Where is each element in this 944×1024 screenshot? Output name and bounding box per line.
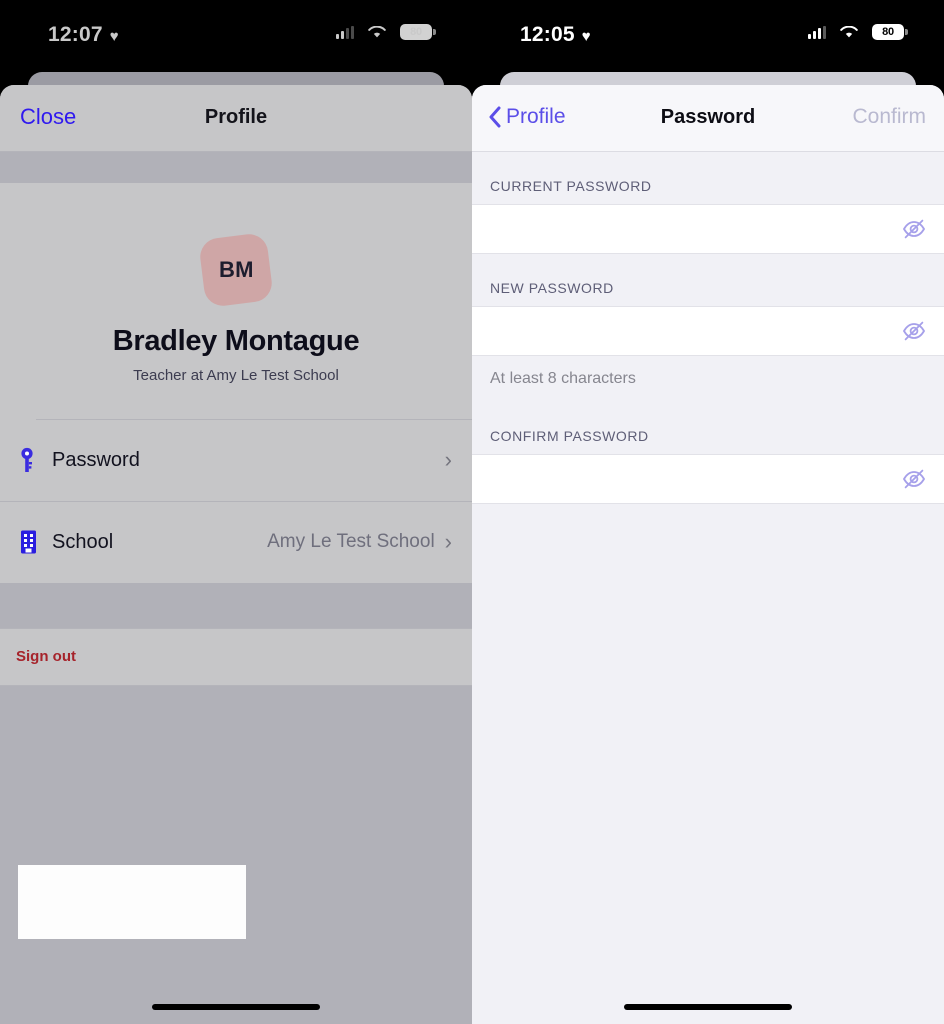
- confirm-password-input[interactable]: [472, 455, 884, 503]
- current-password-field-row: [472, 204, 944, 254]
- avatar-container: BM: [0, 232, 472, 308]
- profile-sheet: Close Profile BM Bradley Montague Teache…: [0, 85, 472, 1024]
- home-indicator-right: [624, 1004, 792, 1010]
- status-time-value: 12:05: [520, 23, 575, 46]
- toggle-new-password-visibility[interactable]: [884, 307, 944, 355]
- heart-icon: ♥: [109, 27, 119, 45]
- confirm-password-field-row: [472, 454, 944, 504]
- settings-row-value: Amy Le Test School: [267, 531, 435, 552]
- new-password-field-row: [472, 306, 944, 356]
- toggle-confirm-password-visibility[interactable]: [884, 455, 944, 503]
- cellular-signal-icon: [336, 25, 354, 39]
- confirm-button[interactable]: Confirm: [852, 102, 926, 132]
- status-time-value: 12:07: [48, 23, 103, 46]
- section-header-confirm-password: CONFIRM PASSWORD: [472, 402, 944, 454]
- settings-list: Password › School Amy Le Test School ›: [0, 419, 472, 939]
- eye-slash-icon: [902, 219, 926, 239]
- sign-out-button[interactable]: Sign out: [0, 628, 472, 686]
- home-indicator-left: [152, 1004, 320, 1010]
- status-time-right: 12:05 ♥: [520, 22, 591, 48]
- hint-label: At least 8 characters: [490, 370, 636, 387]
- new-password-input[interactable]: [472, 307, 884, 355]
- row-divider: [36, 419, 472, 420]
- list-tail-area: [0, 686, 472, 1024]
- form-empty-area: [472, 504, 944, 1024]
- dual-screenshot: 12:07 ♥ 80 Close Profile BM Bradley Mont…: [0, 0, 944, 1024]
- key-icon: [20, 447, 46, 473]
- battery-icon: 80: [872, 24, 908, 40]
- wifi-icon: [368, 25, 386, 39]
- new-password-hint: At least 8 characters: [472, 356, 944, 402]
- section-gap-top: [0, 152, 472, 183]
- section-header-label: CURRENT PASSWORD: [490, 178, 652, 194]
- chevron-right-icon: ›: [444, 447, 452, 472]
- profile-name: Bradley Montague: [112, 325, 360, 357]
- page-title: Profile: [204, 106, 268, 128]
- section-header-label: NEW PASSWORD: [490, 280, 614, 296]
- toggle-current-password-visibility[interactable]: [884, 205, 944, 253]
- building-icon: [20, 529, 46, 555]
- avatar-initials: BM: [218, 257, 254, 283]
- battery-level: 80: [882, 25, 894, 38]
- section-gap-signout: [0, 583, 472, 628]
- status-indicators-left: 80: [336, 24, 436, 40]
- profile-role: Teacher at Amy Le Test School: [133, 367, 339, 384]
- heart-icon: ♥: [581, 27, 591, 45]
- profile-body: BM Bradley Montague Teacher at Amy Le Te…: [0, 183, 472, 939]
- settings-row-label: School: [52, 531, 114, 553]
- phone-screen-profile: 12:07 ♥ 80 Close Profile BM Bradley Mont…: [0, 0, 472, 1024]
- row-press-highlight: [18, 865, 246, 939]
- section-header-label: CONFIRM PASSWORD: [490, 428, 649, 444]
- settings-row-password[interactable]: Password ›: [0, 419, 472, 501]
- settings-row-label: Password: [52, 449, 140, 471]
- section-header-current-password: CURRENT PASSWORD: [472, 152, 944, 204]
- avatar: BM: [198, 232, 274, 308]
- navbar-profile: Close Profile: [0, 85, 472, 151]
- section-header-new-password: NEW PASSWORD: [472, 254, 944, 306]
- row-divider: [0, 501, 472, 502]
- password-sheet: Profile Password Confirm CURRENT PASSWOR…: [472, 85, 944, 1024]
- status-bar-right: 12:05 ♥ 80: [472, 0, 944, 72]
- phone-screen-password: 12:05 ♥ 80 Profile Password Confirm CURR…: [472, 0, 944, 1024]
- navbar-password: Profile Password Confirm: [472, 85, 944, 151]
- current-password-input[interactable]: [472, 205, 884, 253]
- battery-icon: 80: [400, 24, 436, 40]
- cellular-signal-icon: [808, 25, 826, 39]
- sign-out-label: Sign out: [16, 648, 76, 665]
- status-bar-left: 12:07 ♥ 80: [0, 0, 472, 72]
- settings-row-school[interactable]: School Amy Le Test School ›: [0, 501, 472, 583]
- battery-level: 80: [410, 25, 422, 38]
- status-indicators-right: 80: [808, 24, 908, 40]
- eye-slash-icon: [902, 469, 926, 489]
- chevron-right-icon: ›: [444, 529, 452, 554]
- wifi-icon: [840, 25, 858, 39]
- eye-slash-icon: [902, 321, 926, 341]
- status-time-left: 12:07 ♥: [48, 22, 119, 48]
